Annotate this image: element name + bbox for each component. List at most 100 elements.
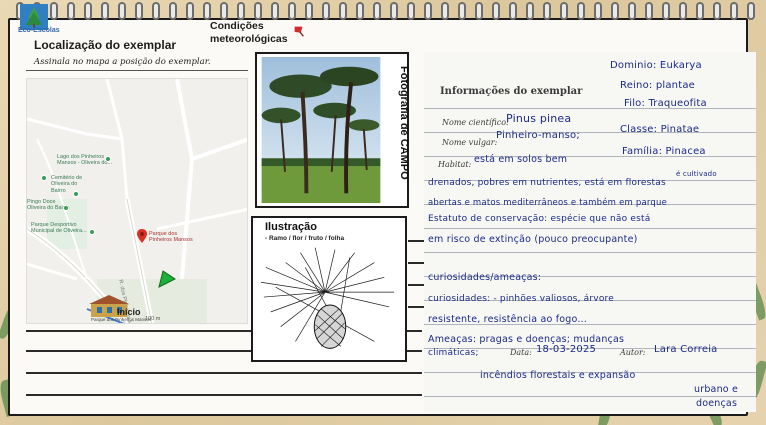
- green-marker-triangle-icon[interactable]: [157, 269, 177, 289]
- ruled-line: [408, 262, 424, 264]
- weather-label: Condições meteorológicas: [210, 20, 288, 46]
- binding-ring: [628, 2, 636, 20]
- ruled-line: [250, 394, 422, 396]
- binding-ring: [152, 2, 160, 20]
- nome-cientifico: Pinus pinea: [506, 112, 572, 125]
- nome-vulgar: Pinheiro-manso;: [496, 130, 580, 141]
- location-title: Localização do exemplar: [34, 38, 177, 52]
- field-photo-frame: Fotografia de CAMPO: [255, 52, 410, 208]
- binding-ring: [305, 2, 313, 20]
- ruled-line: [26, 394, 250, 396]
- binding-ring: [645, 2, 653, 20]
- autor-value: Lara Correia: [654, 344, 718, 355]
- binding-ring: [84, 2, 92, 20]
- pine-branch-illustration: [260, 247, 395, 349]
- logo-text: Eco-Escolas: [18, 27, 60, 34]
- location-instruction: Assinala no mapa a posição do exemplar.: [34, 57, 211, 67]
- location-map[interactable]: Lago dos Pinheiros Mansos - Oliveira do.…: [26, 78, 248, 324]
- map-poi-small[interactable]: [63, 205, 69, 211]
- estatuto-2: em risco de extinção (pouco preocupante): [428, 234, 638, 245]
- illustration-title: Ilustração: [265, 221, 317, 233]
- ruled-line: [408, 284, 424, 286]
- weather-pin-icon[interactable]: [292, 24, 306, 38]
- binding-ring: [407, 2, 415, 20]
- binding-ring: [373, 2, 381, 20]
- map-label-cemiterio: Cemitério de Oliveira do Bairro: [51, 175, 83, 194]
- illustration-subtitle: - Ramo / flor / fruto / folha: [265, 235, 345, 242]
- curiosidades: curiosidades: - pinhões valiosos, árvore: [428, 294, 614, 304]
- binding-ring: [594, 2, 602, 20]
- map-label-inicio: Inicio: [117, 307, 141, 317]
- binding-ring: [390, 2, 398, 20]
- binding-ring: [118, 2, 126, 20]
- binding-ring: [186, 2, 194, 20]
- binding-ring: [288, 2, 296, 20]
- incendios: incêndios florestais e expansão: [480, 370, 636, 381]
- binding-ring: [560, 2, 568, 20]
- binding-ring: [577, 2, 585, 20]
- ruled-line: [26, 372, 250, 374]
- habitat-2: drenados, pobres em nutrientes, está em …: [428, 178, 666, 188]
- notebook-line: [424, 132, 756, 133]
- weather-label-line2: meteorológicas: [210, 33, 288, 45]
- binding-ring: [730, 2, 738, 20]
- notebook-line: [424, 252, 756, 253]
- filo: Filo: Traqueofita: [624, 98, 707, 109]
- nome-cientifico-label: Nome científico:: [442, 118, 509, 127]
- map-poi-pingo-doce[interactable]: [73, 191, 79, 197]
- binding-ring: [339, 2, 347, 20]
- binding-ring: [611, 2, 619, 20]
- map-poi-cemiterio[interactable]: [41, 175, 47, 181]
- curiosidades-2: resistente, resistência ao fogo...: [428, 314, 587, 325]
- notebook-line: [424, 228, 756, 229]
- binding-ring: [509, 2, 517, 20]
- binding-ring: [424, 2, 432, 20]
- classe: Classe: Pinatae: [620, 124, 700, 135]
- binding-ring: [50, 2, 58, 20]
- map-poi-lago[interactable]: [105, 156, 111, 162]
- binding-ring: [203, 2, 211, 20]
- binding-ring: [169, 2, 177, 20]
- ruled-line: [250, 372, 422, 374]
- spiral-binding: [0, 0, 766, 22]
- nome-vulgar-label: Nome vulgar:: [442, 138, 498, 147]
- estatuto: Estatuto de conservação: espécie que não…: [428, 214, 651, 224]
- familia: Família: Pinacea: [622, 146, 706, 157]
- binding-ring: [322, 2, 330, 20]
- map-poi-parque-desportivo[interactable]: [89, 229, 95, 235]
- field-photo: [261, 57, 381, 203]
- binding-ring: [492, 2, 500, 20]
- binding-ring: [101, 2, 109, 20]
- binding-ring: [356, 2, 364, 20]
- map-label-parque: Parque dos Pinheiros Mansos: [149, 231, 193, 244]
- binding-ring: [271, 2, 279, 20]
- habitat-label: Habitat:: [438, 160, 472, 169]
- binding-ring: [696, 2, 704, 20]
- binding-ring: [543, 2, 551, 20]
- data-label: Data:: [510, 348, 532, 357]
- map-scale: 100 m: [145, 316, 161, 322]
- habitat-3: abertas e matos mediterrâneos e também e…: [428, 198, 668, 208]
- binding-ring: [475, 2, 483, 20]
- cultivado: é cultivado: [676, 170, 717, 178]
- doencas: doenças: [696, 398, 738, 409]
- reino: Reino: plantae: [620, 80, 696, 91]
- data-value: 18-03-2025: [536, 344, 597, 355]
- dominio: Dominio: Eukarya: [610, 60, 702, 71]
- ruled-line: [26, 350, 250, 352]
- map-location-pin-icon[interactable]: [137, 229, 147, 243]
- binding-ring: [441, 2, 449, 20]
- autor-label: Autor:: [620, 348, 646, 357]
- binding-ring: [67, 2, 75, 20]
- instruction-underline: [26, 70, 248, 71]
- binding-ring: [135, 2, 143, 20]
- notebook-line: [424, 396, 756, 397]
- photo-title: Fotografia de CAMPO: [398, 66, 410, 180]
- binding-ring: [254, 2, 262, 20]
- binding-ring: [747, 2, 755, 20]
- notes-photo: Informações do exemplar Dominio: Eukarya…: [424, 52, 756, 412]
- urbano: urbano e: [694, 384, 739, 395]
- binding-ring: [220, 2, 228, 20]
- curiosidades-ameacas: curiosidades/ameaças:: [428, 272, 542, 283]
- binding-ring: [237, 2, 245, 20]
